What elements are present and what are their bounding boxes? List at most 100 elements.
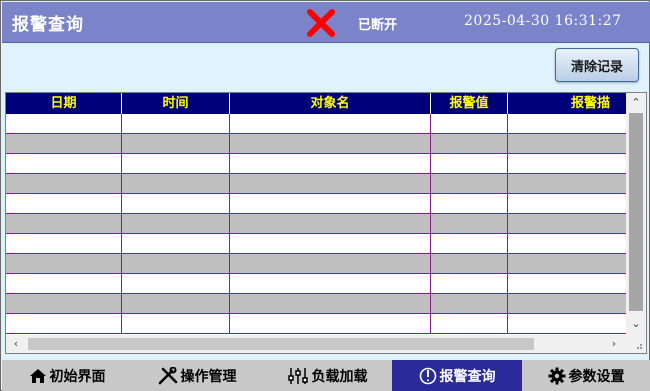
table-cell <box>230 154 431 173</box>
nav-item-operations[interactable]: 操作管理 <box>132 360 262 391</box>
table-cell <box>431 234 508 253</box>
table-cell <box>508 214 626 233</box>
table-header: 日期 时间 对象名 报警值 报警描 <box>6 93 646 114</box>
nav-item-label: 操作管理 <box>180 368 237 385</box>
resize-grip-icon <box>626 335 646 353</box>
table-cell <box>431 254 508 273</box>
table-row[interactable] <box>6 214 626 234</box>
table-cell <box>431 134 508 153</box>
table-row[interactable] <box>6 234 626 254</box>
scroll-up-icon[interactable]: ⌃ <box>626 96 646 109</box>
table-cell <box>431 294 508 313</box>
nav-item-label: 参数设置 <box>568 368 625 385</box>
table-cell <box>508 294 626 313</box>
nav-item-label: 负载加载 <box>311 368 368 385</box>
title-bar: 报警查询 已断开 2025-04-30 16:31:27 <box>2 2 650 43</box>
column-header-object-name[interactable]: 对象名 <box>230 93 431 114</box>
table-cell <box>6 294 122 313</box>
table-cell <box>6 214 122 233</box>
table-cell <box>230 254 431 273</box>
table-row[interactable] <box>6 294 626 314</box>
table-cell <box>230 194 431 213</box>
table-row[interactable] <box>6 154 626 174</box>
table-cell <box>6 134 122 153</box>
table-cell <box>508 274 626 293</box>
alarm-table: 日期 时间 对象名 报警值 报警描 ⌃ ⌄ ‹ › <box>5 92 647 354</box>
table-cell <box>508 194 626 213</box>
table-cell <box>6 154 122 173</box>
table-cell <box>508 254 626 273</box>
table-cell <box>6 254 122 273</box>
table-cell <box>431 194 508 213</box>
table-cell <box>230 174 431 193</box>
tools-icon <box>158 366 177 384</box>
table-cell <box>431 314 508 333</box>
table-cell <box>6 174 122 193</box>
table-cell <box>122 234 230 253</box>
horizontal-scrollbar[interactable]: ‹ › <box>6 335 626 353</box>
table-row[interactable] <box>6 254 626 274</box>
table-row[interactable] <box>6 274 626 294</box>
table-row[interactable] <box>6 194 626 214</box>
vertical-scrollbar[interactable]: ⌃ ⌄ <box>626 93 646 335</box>
nav-item-alarm-query[interactable]: 报警查询 <box>392 360 522 391</box>
table-cell <box>230 294 431 313</box>
table-cell <box>508 314 626 333</box>
clear-records-button[interactable]: 清除记录 <box>555 48 639 82</box>
home-icon <box>29 368 46 383</box>
gear-icon <box>548 367 565 384</box>
table-cell <box>122 274 230 293</box>
table-cell <box>122 214 230 233</box>
table-cell <box>508 114 626 133</box>
scroll-down-icon[interactable]: ⌄ <box>626 317 646 330</box>
app-window: 报警查询 已断开 2025-04-30 16:31:27 清除记录 日期 时间 … <box>0 0 650 391</box>
bottom-nav: 初始界面 操作管理 负载加载 报警查询 参数设置 <box>2 360 650 391</box>
table-cell <box>508 154 626 173</box>
table-cell <box>431 214 508 233</box>
table-row[interactable] <box>6 174 626 194</box>
column-header-date[interactable]: 日期 <box>6 93 122 114</box>
disconnected-x-icon <box>307 9 335 37</box>
table-cell <box>431 154 508 173</box>
table-cell <box>508 134 626 153</box>
column-header-alarm-value[interactable]: 报警值 <box>431 93 508 114</box>
table-cell <box>6 194 122 213</box>
page-title: 报警查询 <box>12 15 84 35</box>
table-cell <box>122 314 230 333</box>
nav-item-settings[interactable]: 参数设置 <box>522 360 650 391</box>
nav-item-label: 初始界面 <box>49 368 106 385</box>
vertical-scroll-thumb[interactable] <box>629 113 643 311</box>
table-cell <box>230 134 431 153</box>
table-cell <box>122 154 230 173</box>
scroll-right-icon[interactable]: › <box>604 337 624 350</box>
table-cell <box>431 174 508 193</box>
table-cell <box>122 134 230 153</box>
table-cell <box>6 114 122 133</box>
table-row[interactable] <box>6 114 626 134</box>
table-cell <box>6 234 122 253</box>
table-cell <box>431 114 508 133</box>
table-cell <box>431 274 508 293</box>
alarm-icon <box>419 367 436 384</box>
table-cell <box>6 314 122 333</box>
connection-status: 已断开 <box>358 18 398 33</box>
table-cell <box>230 314 431 333</box>
column-header-time[interactable]: 时间 <box>122 93 230 114</box>
scroll-left-icon[interactable]: ‹ <box>6 337 26 350</box>
table-cell <box>230 214 431 233</box>
nav-item-home[interactable]: 初始界面 <box>2 360 132 391</box>
table-row[interactable] <box>6 314 626 334</box>
table-cell <box>230 274 431 293</box>
table-cell <box>122 174 230 193</box>
table-cell <box>230 234 431 253</box>
table-cell <box>508 234 626 253</box>
table-row[interactable] <box>6 134 626 154</box>
datetime-display: 2025-04-30 16:31:27 <box>464 13 622 29</box>
table-cell <box>122 114 230 133</box>
horizontal-scroll-thumb[interactable] <box>28 338 534 350</box>
table-cell <box>122 194 230 213</box>
sliders-icon <box>287 367 308 384</box>
nav-item-label: 报警查询 <box>439 368 496 385</box>
nav-item-load[interactable]: 负载加载 <box>262 360 392 391</box>
table-body <box>6 114 626 335</box>
